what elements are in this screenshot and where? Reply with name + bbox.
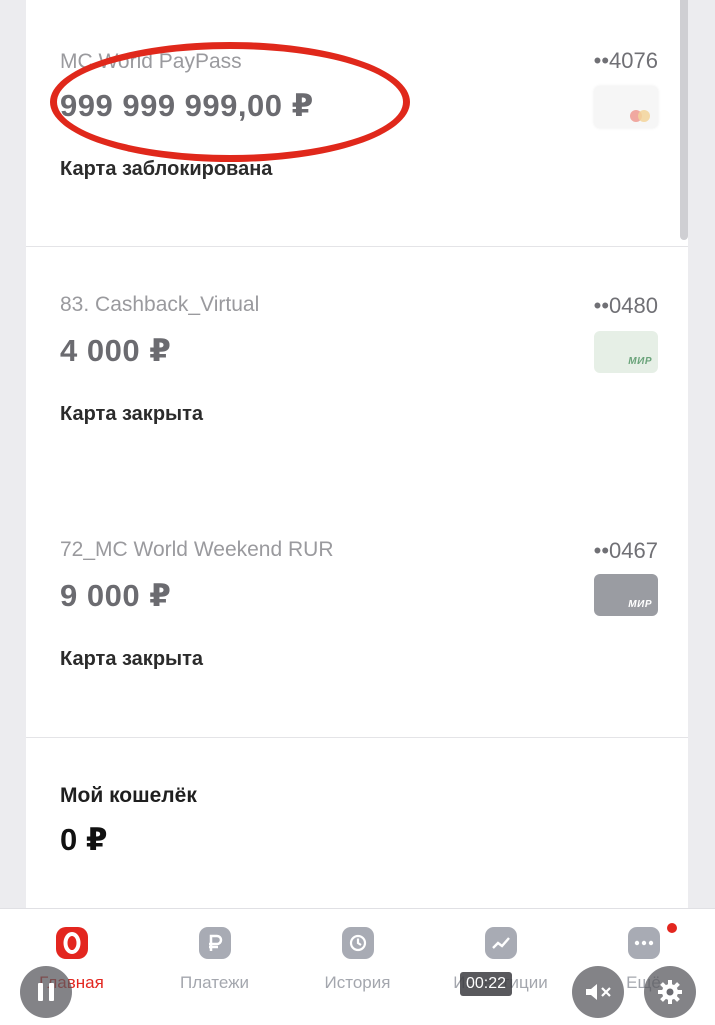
wallet-balance: 0 ₽: [60, 822, 108, 857]
tab-home[interactable]: Главная: [0, 909, 143, 1025]
card-name: 72_MC World Weekend RUR: [60, 538, 334, 561]
tab-payments[interactable]: Платежи: [143, 909, 286, 1025]
card-item[interactable]: 83. Cashback_Virtual 4 000 ₽ Карта закры…: [26, 247, 688, 487]
payments-icon: [198, 927, 231, 959]
red-highlight-circle: [50, 42, 410, 162]
card-status: Карта закрыта: [60, 648, 204, 670]
tab-label: История: [324, 973, 391, 992]
chart-icon: [484, 927, 517, 959]
card-balance: 4 000 ₽: [60, 333, 172, 368]
card-number: ••0480: [593, 293, 658, 318]
notification-badge: [665, 921, 679, 935]
mir-card-icon: МИР: [594, 574, 658, 616]
tab-label: Платежи: [180, 973, 249, 992]
accounts-screen: MC World PayPass 999 999 999,00 ₽ Карта …: [26, 0, 688, 1024]
clock-icon: [341, 927, 374, 959]
tab-investments[interactable]: Инвестиции: [429, 909, 572, 1025]
wallet-title: Мой кошелёк: [60, 784, 197, 807]
tab-history[interactable]: История: [286, 909, 429, 1025]
card-item[interactable]: 72_MC World Weekend RUR 9 000 ₽ Карта за…: [26, 492, 688, 736]
card-balance: 9 000 ₽: [60, 578, 172, 613]
mir-card-icon: МИР: [594, 331, 658, 373]
card-name: 83. Cashback_Virtual: [60, 293, 260, 316]
video-time: 00:22: [460, 972, 513, 996]
mastercard-card-icon: [594, 86, 658, 128]
home-logo-icon: [55, 927, 88, 959]
card-status: Карта закрыта: [60, 403, 204, 425]
card-number: ••4076: [593, 48, 658, 73]
pause-icon[interactable]: [20, 966, 72, 1018]
card-number: ••0467: [593, 538, 658, 563]
gear-icon[interactable]: [644, 966, 696, 1018]
divider: [26, 737, 688, 738]
mute-icon[interactable]: [572, 966, 624, 1018]
more-icon: [627, 927, 660, 959]
